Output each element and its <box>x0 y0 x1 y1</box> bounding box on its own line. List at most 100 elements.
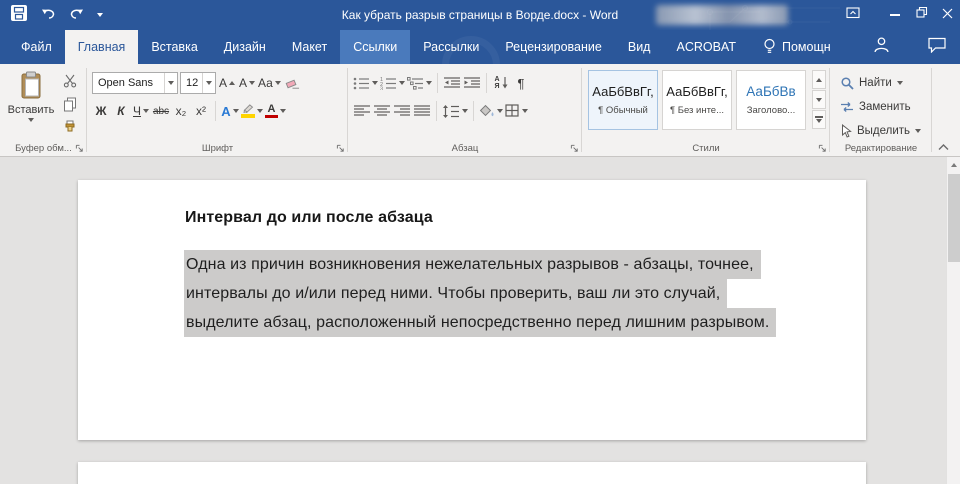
align-right-button[interactable] <box>393 100 411 122</box>
vertical-scrollbar[interactable] <box>946 157 960 484</box>
replace-button[interactable]: Заменить <box>836 95 925 118</box>
tab-home[interactable]: Главная <box>65 30 139 64</box>
select-button[interactable]: Выделить <box>836 119 925 142</box>
line-spacing-button[interactable] <box>442 100 468 122</box>
shading-button[interactable] <box>479 100 503 122</box>
style-no-spacing[interactable]: АаБбВвГг, ¶ Без инте... <box>662 70 732 130</box>
clipboard-dialog-launcher[interactable] <box>73 142 85 154</box>
bullets-button[interactable] <box>353 72 378 94</box>
document-area[interactable]: Интервал до или после абзаца Одна из при… <box>0 157 960 484</box>
style-normal[interactable]: АаБбВвГг, ¶ Обычный <box>588 70 658 130</box>
paste-button[interactable]: Вставить <box>7 69 55 143</box>
decrease-indent-button[interactable] <box>443 72 461 94</box>
document-page-1[interactable]: Интервал до или после абзаца Одна из при… <box>78 180 866 440</box>
selected-line-1[interactable]: Одна из причин возникновения нежелательн… <box>184 250 761 279</box>
highlighter-icon <box>241 104 255 118</box>
collapse-ribbon-button[interactable] <box>934 140 952 154</box>
restore-icon <box>915 6 928 24</box>
copy-button[interactable] <box>58 94 82 114</box>
copy-icon <box>63 97 77 112</box>
tab-references[interactable]: Ссылки <box>340 30 410 64</box>
sort-button[interactable]: АЯ <box>492 72 510 94</box>
chevron-down-icon <box>143 109 149 113</box>
font-row-bottom: Ж К Ч abc x₂ x² А А <box>87 97 348 125</box>
align-center-button[interactable] <box>373 100 391 122</box>
minimize-icon <box>890 14 900 15</box>
multilevel-list-button[interactable] <box>407 72 432 94</box>
font-name-combobox[interactable]: Open Sans <box>92 72 178 94</box>
text-effects-button[interactable]: А <box>221 100 239 122</box>
chevron-down-icon <box>372 81 378 85</box>
numbering-button[interactable]: 123 <box>380 72 405 94</box>
chevron-down-icon <box>275 81 281 85</box>
selected-paragraph[interactable]: Одна из причин возникновения нежелательн… <box>184 250 776 337</box>
font-color-icon: А <box>265 104 278 119</box>
ribbon-tab-bar: Файл Главная Вставка Дизайн Макет Ссылки… <box>0 30 960 64</box>
shrink-font-button[interactable]: А <box>238 72 256 94</box>
close-icon <box>942 6 953 24</box>
paragraph-dialog-launcher[interactable] <box>568 142 580 154</box>
document-page-2[interactable] <box>78 462 866 484</box>
tab-layout[interactable]: Макет <box>279 30 340 64</box>
subscript-button[interactable]: x₂ <box>172 100 190 122</box>
tab-insert[interactable]: Вставка <box>138 30 210 64</box>
cut-button[interactable] <box>58 71 82 91</box>
account-button[interactable] <box>873 36 890 58</box>
show-paragraph-marks-button[interactable]: ¶ <box>512 72 530 94</box>
font-size-dropdown[interactable] <box>202 73 215 93</box>
font-dialog-launcher[interactable] <box>334 142 346 154</box>
user-icon <box>873 36 890 53</box>
tab-view[interactable]: Вид <box>615 30 664 64</box>
text-highlight-button[interactable] <box>241 100 263 122</box>
restore-button[interactable] <box>908 0 934 30</box>
tab-mailings[interactable]: Рассылки <box>410 30 492 64</box>
paragraph-group: 123 АЯ ¶ Абзац <box>348 64 582 156</box>
align-center-icon <box>374 105 390 117</box>
style-gallery-more-button[interactable] <box>812 110 826 129</box>
font-color-button[interactable]: А <box>265 100 286 122</box>
underline-button[interactable]: Ч <box>132 100 150 122</box>
tab-design[interactable]: Дизайн <box>211 30 279 64</box>
grow-font-button[interactable]: А <box>218 72 236 94</box>
strikethrough-button[interactable]: abc <box>152 100 170 122</box>
selected-line-2[interactable]: интервалы до и/или перед ними. Чтобы про… <box>184 279 727 308</box>
close-button[interactable] <box>934 0 960 30</box>
style-heading1[interactable]: АаБбВв Заголово... <box>736 70 806 130</box>
align-left-button[interactable] <box>353 100 371 122</box>
chevron-down-icon <box>233 109 239 113</box>
tab-acrobat[interactable]: ACROBAT <box>663 30 749 64</box>
borders-button[interactable] <box>505 100 528 122</box>
ribbon-display-options-button[interactable] <box>840 0 866 30</box>
style-scroll-up-button[interactable] <box>812 70 826 89</box>
doc-heading[interactable]: Интервал до или после абзаца <box>185 209 433 227</box>
minimize-button[interactable] <box>882 0 908 30</box>
font-name-dropdown[interactable] <box>164 73 177 93</box>
scrollbar-thumb[interactable] <box>948 174 960 262</box>
styles-group: АаБбВвГг, ¶ Обычный АаБбВвГг, ¶ Без инте… <box>582 64 830 156</box>
window-controls <box>840 0 960 30</box>
comments-button[interactable] <box>928 37 946 58</box>
find-button[interactable]: Найти <box>836 71 925 94</box>
tab-file[interactable]: Файл <box>8 30 65 64</box>
format-painter-button[interactable] <box>58 117 82 137</box>
bold-button[interactable]: Ж <box>92 100 110 122</box>
clipboard-small-buttons <box>58 71 82 137</box>
assistant-label: Помощн <box>782 40 831 54</box>
italic-button[interactable]: К <box>112 100 130 122</box>
scroll-up-button[interactable] <box>947 157 960 173</box>
format-painter-icon <box>63 120 77 134</box>
tell-me-assistant[interactable]: Помощн <box>763 30 831 64</box>
style-scroll-down-button[interactable] <box>812 90 826 109</box>
styles-dialog-launcher[interactable] <box>816 142 828 154</box>
tab-review[interactable]: Рецензирование <box>492 30 615 64</box>
divider <box>437 73 438 93</box>
paragraph-group-label: Абзац <box>348 143 582 154</box>
font-size-combobox[interactable]: 12 <box>180 72 216 94</box>
change-case-button[interactable]: Аа <box>258 72 281 94</box>
increase-indent-button[interactable] <box>463 72 481 94</box>
selected-line-3[interactable]: выделите абзац, расположенный непосредст… <box>184 308 776 337</box>
superscript-button[interactable]: x² <box>192 100 210 122</box>
clear-formatting-button[interactable] <box>283 72 301 94</box>
chevron-up-icon <box>937 142 950 153</box>
justify-button[interactable] <box>413 100 431 122</box>
